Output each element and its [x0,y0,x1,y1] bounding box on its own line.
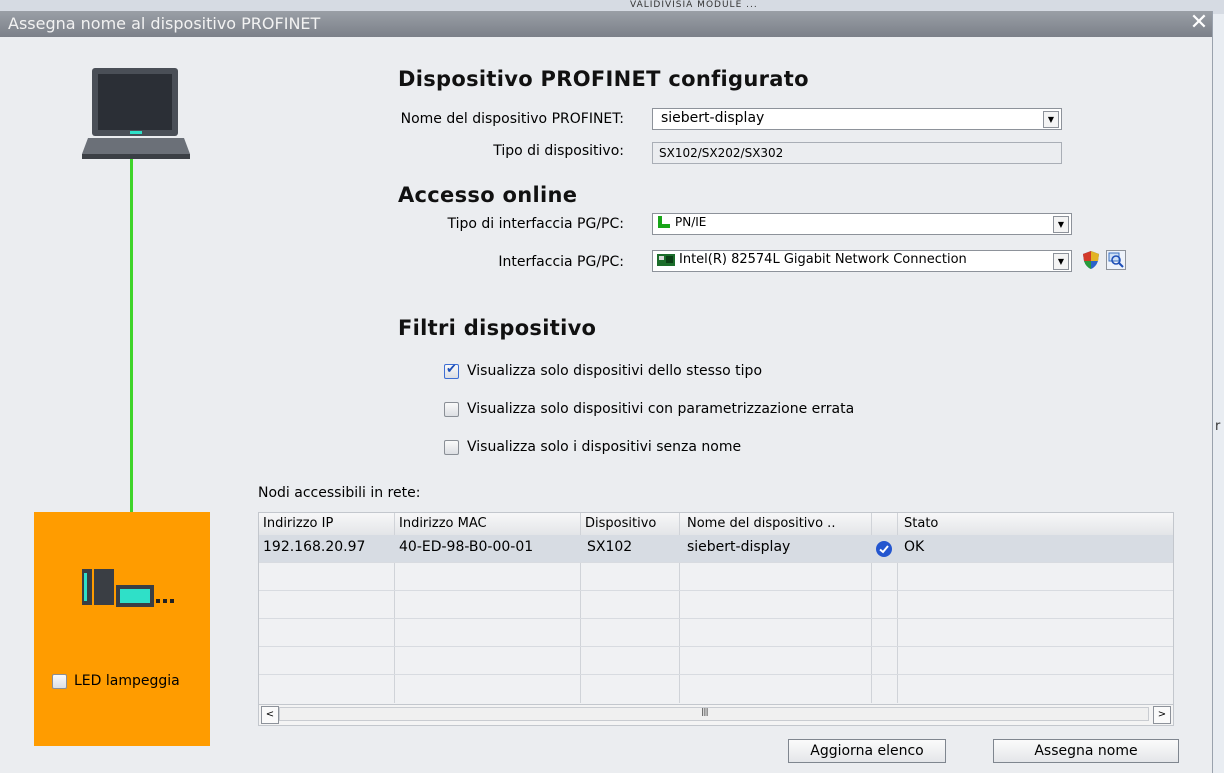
pg-pc-laptop-icon [80,68,192,164]
interface-combo[interactable]: Intel(R) 82574L Gigabit Network Connecti… [652,250,1072,272]
chevron-down-icon[interactable]: ▼ [1043,111,1059,128]
target-device-panel: LED lampeggia [34,512,210,746]
background-window-edge: r [1212,14,1224,773]
filter-wrong-params-checkbox[interactable] [444,401,459,417]
column-header-ip[interactable]: Indirizzo IP [263,516,333,531]
device-name-label: Nome del dispositivo PROFINET: [400,111,624,127]
check-circle-icon [875,540,893,562]
configured-device-heading: Dispositivo PROFINET configurato [398,67,809,91]
device-type-field: SX102/SX202/SX302 [652,142,1062,164]
table-row-empty [259,591,1173,619]
accessible-nodes-label: Nodi accessibili in rete: [258,485,421,501]
close-button[interactable]: ✕ [1188,12,1210,35]
filter-same-type-label: Visualizza solo dispositivi dello stesso… [467,363,763,379]
device-name-value: siebert-display [661,110,765,126]
pn-ie-icon [658,216,670,228]
profinet-device-icon [82,567,186,613]
network-card-icon [657,253,675,266]
led-blink-checkbox[interactable] [52,673,67,689]
column-header-device[interactable]: Dispositivo [585,516,656,531]
chevron-down-icon[interactable]: ▼ [1053,253,1069,270]
assign-name-dialog: Assegna nome al dispositivo PROFINET ✕ L… [0,11,1213,773]
filter-wrong-params-label: Visualizza solo dispositivi con parametr… [467,401,855,417]
filter-unnamed-checkbox[interactable] [444,439,459,455]
table-row[interactable]: 192.168.20.97 40-ED-98-B0-00-01 SX102 si… [259,535,1173,563]
row-device: SX102 [587,539,633,555]
background-edge-glyph: r [1215,419,1221,434]
chevron-down-icon[interactable]: ▼ [1053,216,1069,233]
scroll-grip: III [701,706,709,719]
security-shield-icon[interactable] [1081,250,1101,270]
online-access-heading: Accesso online [398,183,578,207]
scroll-right-icon[interactable]: > [1153,706,1171,724]
refresh-list-button[interactable]: Aggiorna elenco [788,739,946,763]
interface-value: Intel(R) 82574L Gigabit Network Connecti… [679,252,967,267]
scroll-thumb[interactable]: III [279,706,1149,721]
scroll-left-icon[interactable]: < [261,706,279,724]
interface-type-value: PN/IE [675,215,707,229]
filter-wrong-params-option[interactable]: Visualizza solo dispositivi con parametr… [444,401,854,417]
dialog-titlebar[interactable]: Assegna nome al dispositivo PROFINET ✕ [0,11,1212,37]
filter-same-type-checkbox[interactable] [444,362,459,379]
horizontal-scrollbar[interactable]: < III > [259,704,1173,725]
table-row-empty [259,647,1173,675]
assign-name-button[interactable]: Assegna nome [993,739,1179,763]
filter-unnamed-option[interactable]: Visualizza solo i dispositivi senza nome [444,439,741,455]
filter-same-type-option[interactable]: Visualizza solo dispositivi dello stesso… [444,362,763,379]
column-header-status[interactable]: Stato [904,516,938,531]
device-type-value: SX102/SX202/SX302 [659,146,784,160]
search-diagnostics-icon[interactable] [1106,250,1126,270]
table-header: Indirizzo IP Indirizzo MAC Dispositivo N… [259,513,1173,536]
background-hint-text: VALIDIVISIA MODULE ... [630,0,758,10]
led-blink-option[interactable]: LED lampeggia [52,673,180,689]
row-ip: 192.168.20.97 [263,539,366,555]
table-row-empty [259,619,1173,647]
dialog-title: Assegna nome al dispositivo PROFINET [8,14,321,33]
row-mac: 40-ED-98-B0-00-01 [399,539,534,555]
row-status: OK [904,539,925,555]
table-row-empty [259,563,1173,591]
device-filter-heading: Filtri dispositivo [398,316,597,340]
device-name-combo[interactable]: siebert-display ▼ [652,108,1062,130]
row-device-name: siebert-display [687,539,791,555]
interface-label: Interfaccia PG/PC: [498,254,624,270]
interface-type-combo[interactable]: PN/IE ▼ [652,213,1072,235]
accessible-nodes-table: Indirizzo IP Indirizzo MAC Dispositivo N… [258,512,1174,726]
column-header-device-name[interactable]: Nome del dispositivo .. [687,516,835,531]
filter-unnamed-label: Visualizza solo i dispositivi senza nome [467,439,742,455]
column-header-mac[interactable]: Indirizzo MAC [399,516,487,531]
network-link-line [130,159,133,553]
device-type-label: Tipo di dispositivo: [493,143,624,159]
led-blink-label: LED lampeggia [74,673,180,689]
interface-type-label: Tipo di interfaccia PG/PC: [447,216,624,232]
